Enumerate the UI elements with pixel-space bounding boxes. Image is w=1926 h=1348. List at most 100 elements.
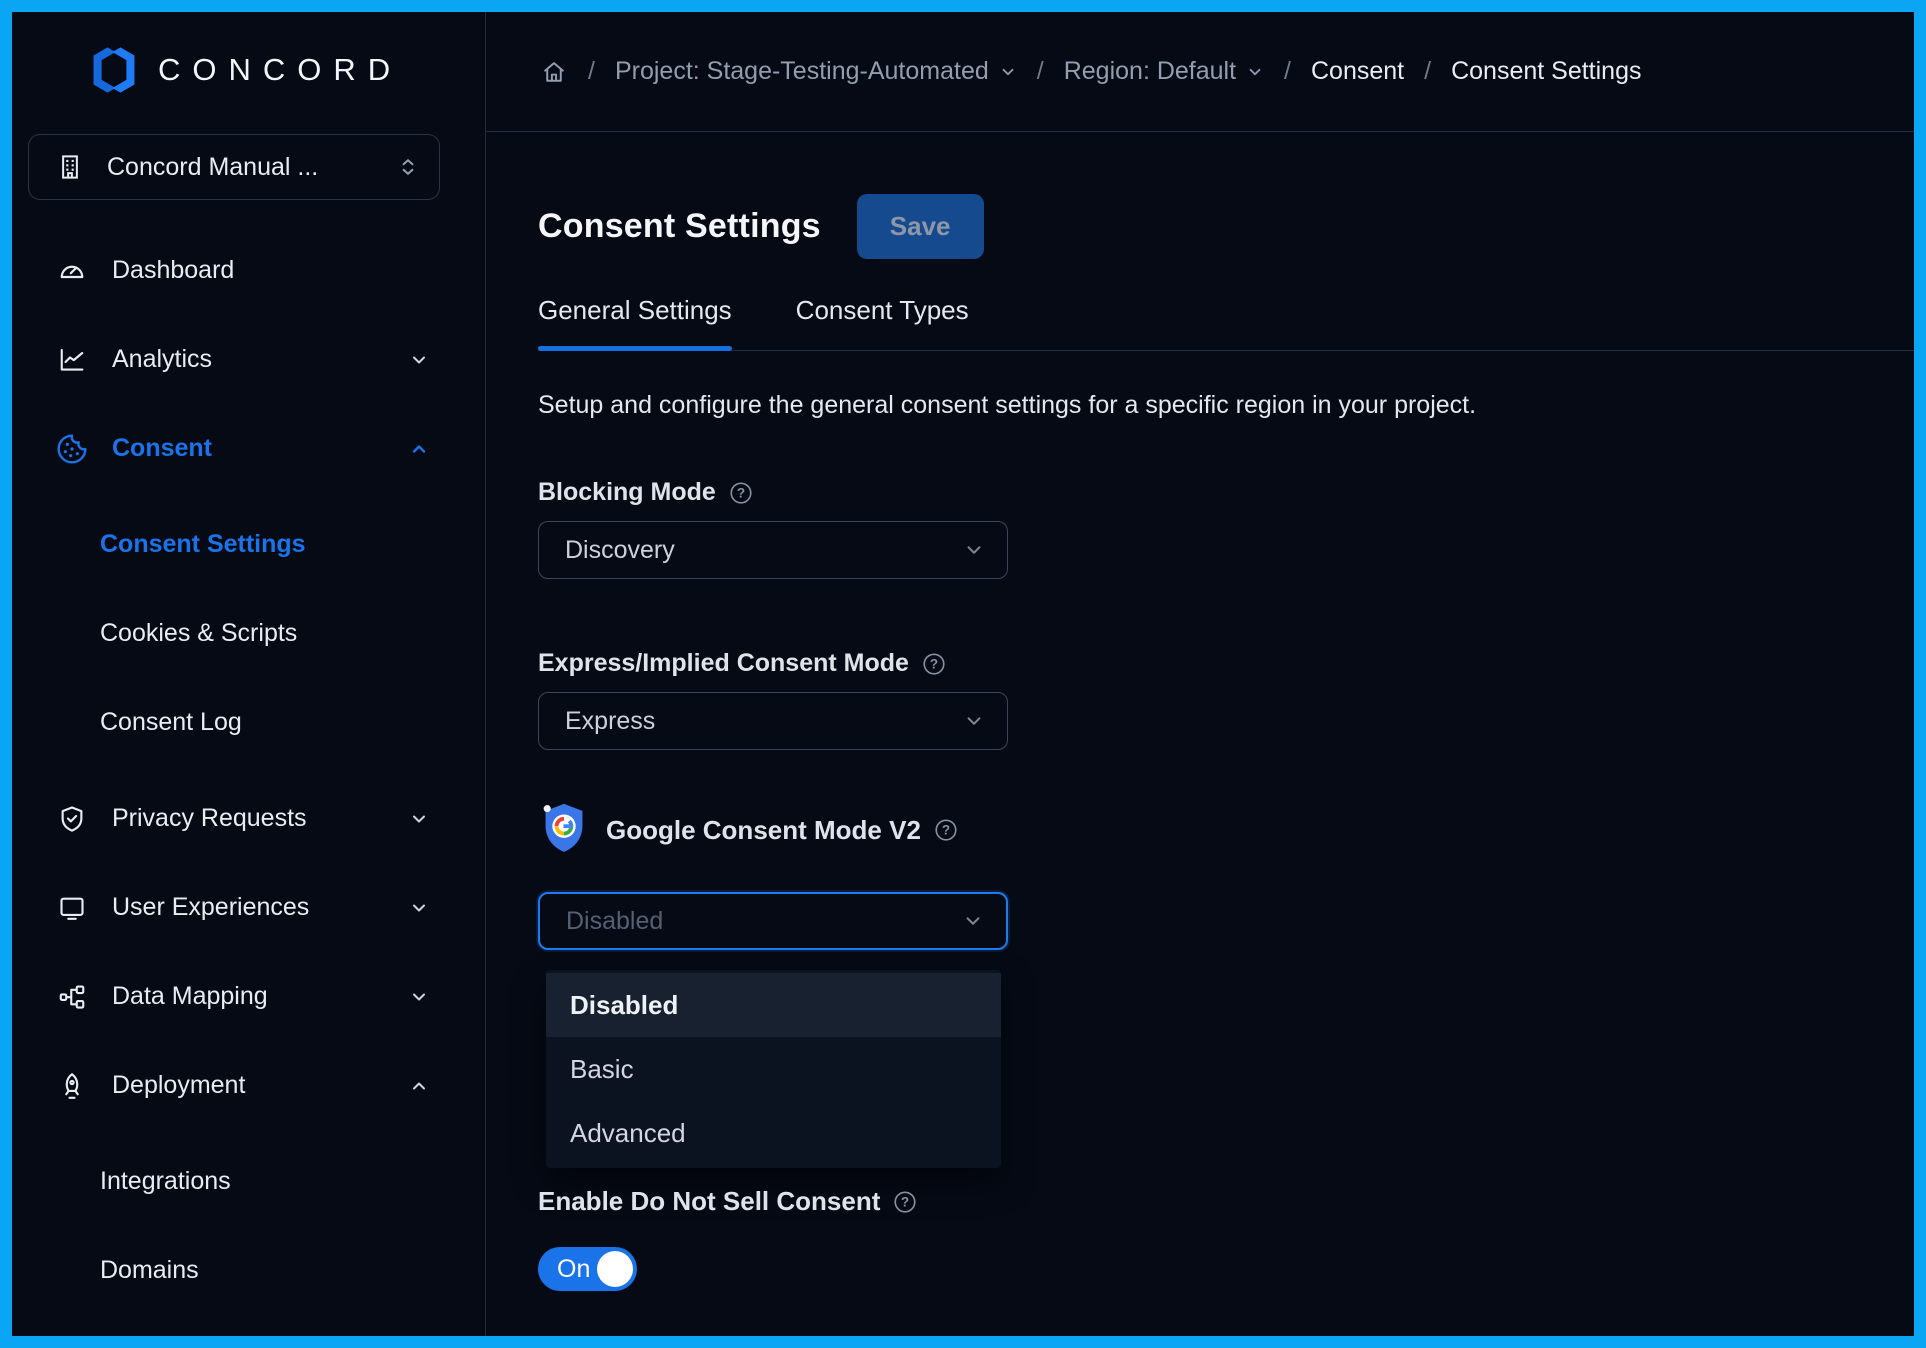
breadcrumb-separator: /: [1284, 57, 1291, 86]
dropdown-option-advanced[interactable]: Advanced: [546, 1101, 1001, 1165]
breadcrumb: / Project: Stage-Testing-Automated / Reg…: [486, 12, 1914, 132]
do-not-sell-label: Enable Do Not Sell Consent: [538, 1186, 880, 1217]
sidebar-item-deployment[interactable]: Deployment: [12, 1041, 485, 1130]
main-area: / Project: Stage-Testing-Automated / Reg…: [486, 12, 1914, 1336]
google-consent-mode-label: Google Consent Mode V2 ?: [606, 815, 959, 846]
breadcrumb-project[interactable]: Project: Stage-Testing-Automated: [615, 57, 1017, 86]
page-description: Setup and configure the general consent …: [538, 391, 1914, 420]
express-implied-label: Express/Implied Consent Mode: [538, 649, 909, 678]
breadcrumb-consent-settings[interactable]: Consent Settings: [1451, 57, 1641, 86]
breadcrumb-separator: /: [1424, 57, 1431, 86]
save-button[interactable]: Save: [857, 194, 984, 259]
sidebar-item-label: Dashboard: [112, 256, 429, 285]
sidebar-item-analytics[interactable]: Analytics: [12, 315, 485, 404]
sidebar-item-label: Cookies & Scripts: [100, 619, 429, 648]
sidebar-nav: Dashboard Analytics: [12, 226, 485, 1315]
breadcrumb-separator: /: [1037, 57, 1044, 86]
help-icon[interactable]: ?: [892, 1189, 918, 1215]
chevron-down-icon: [963, 710, 985, 732]
organization-name: Concord Manual ...: [107, 153, 375, 182]
google-consent-mode-label-row: Google Consent Mode V2 ?: [538, 802, 1914, 858]
sidebar-item-consent-log[interactable]: Consent Log: [12, 678, 485, 767]
express-implied-value: Express: [565, 707, 963, 736]
sidebar-item-domains[interactable]: Domains: [12, 1226, 485, 1315]
tab-general-settings[interactable]: General Settings: [538, 295, 732, 350]
chevron-up-icon: [409, 1076, 429, 1096]
dropdown-option-disabled[interactable]: Disabled: [546, 973, 1001, 1037]
building-icon: [55, 152, 85, 182]
sidebar-item-dashboard[interactable]: Dashboard: [12, 226, 485, 315]
blocking-mode-label-row: Blocking Mode ?: [538, 478, 1914, 507]
google-consent-mode-select[interactable]: Disabled: [538, 892, 1008, 950]
sidebar-item-consent[interactable]: Consent: [12, 404, 485, 493]
home-icon[interactable]: [540, 58, 568, 86]
svg-text:?: ?: [930, 656, 938, 671]
chevron-down-icon: [999, 63, 1017, 81]
dropdown-option-basic[interactable]: Basic: [546, 1037, 1001, 1101]
page-title: Consent Settings: [538, 207, 821, 246]
analytics-chart-icon: [56, 344, 88, 376]
chevron-down-icon: [409, 898, 429, 918]
sidebar: CONCORD Concord Manual ...: [12, 12, 486, 1336]
cookie-icon: [56, 433, 88, 465]
google-shield-icon: [538, 802, 590, 858]
toggle-knob: [597, 1251, 633, 1287]
blocking-mode-label: Blocking Mode: [538, 478, 716, 507]
network-nodes-icon: [56, 981, 88, 1013]
breadcrumb-region[interactable]: Region: Default: [1064, 57, 1264, 86]
blocking-mode-value: Discovery: [565, 536, 963, 565]
tab-bar: General Settings Consent Types: [538, 295, 1914, 351]
express-implied-label-row: Express/Implied Consent Mode ?: [538, 649, 1914, 678]
do-not-sell-toggle[interactable]: On: [538, 1247, 637, 1291]
sidebar-item-label: Privacy Requests: [112, 804, 385, 833]
concord-logo-icon: [86, 46, 142, 94]
sidebar-item-label: Domains: [100, 1256, 429, 1285]
organization-selector[interactable]: Concord Manual ...: [28, 134, 440, 200]
chevron-down-icon: [409, 987, 429, 1007]
brand-name: CONCORD: [158, 52, 402, 88]
breadcrumb-separator: /: [588, 57, 595, 86]
sidebar-item-integrations[interactable]: Integrations: [12, 1137, 485, 1226]
svg-text:?: ?: [901, 1194, 909, 1209]
google-consent-mode-value: Disabled: [566, 907, 962, 936]
app-window: CONCORD Concord Manual ...: [0, 0, 1926, 1348]
dashboard-gauge-icon: [56, 255, 88, 287]
shield-check-icon: [56, 803, 88, 835]
svg-text:?: ?: [942, 823, 950, 838]
help-icon[interactable]: ?: [933, 817, 959, 843]
chevron-down-icon: [409, 809, 429, 829]
chevron-down-icon: [962, 910, 984, 932]
breadcrumb-consent[interactable]: Consent: [1311, 57, 1404, 86]
help-icon[interactable]: ?: [728, 480, 754, 506]
monitor-icon: [56, 892, 88, 924]
chevron-down-icon: [409, 350, 429, 370]
sidebar-item-label: Consent Settings: [100, 530, 429, 559]
sidebar-item-label: Consent: [112, 434, 385, 463]
blocking-mode-select[interactable]: Discovery: [538, 521, 1008, 579]
sidebar-item-privacy-requests[interactable]: Privacy Requests: [12, 774, 485, 863]
sidebar-item-label: Data Mapping: [112, 982, 385, 1011]
chevron-down-icon: [963, 539, 985, 561]
sidebar-item-user-experiences[interactable]: User Experiences: [12, 863, 485, 952]
sidebar-item-data-mapping[interactable]: Data Mapping: [12, 952, 485, 1041]
google-consent-mode-dropdown-menu: Disabled Basic Advanced: [546, 970, 1001, 1168]
rocket-icon: [56, 1070, 88, 1102]
page-content: Consent Settings Save General Settings C…: [486, 132, 1914, 1336]
sidebar-item-consent-settings[interactable]: Consent Settings: [12, 500, 485, 589]
sidebar-item-label: Integrations: [100, 1167, 429, 1196]
brand-logo: CONCORD: [12, 12, 485, 94]
sidebar-item-label: Deployment: [112, 1071, 385, 1100]
sidebar-item-label: Consent Log: [100, 708, 429, 737]
sidebar-item-cookies-scripts[interactable]: Cookies & Scripts: [12, 589, 485, 678]
tab-consent-types[interactable]: Consent Types: [796, 295, 969, 350]
sidebar-item-label: Analytics: [112, 345, 385, 374]
toggle-on-label: On: [557, 1255, 590, 1284]
do-not-sell-label-row: Enable Do Not Sell Consent ?: [538, 1186, 1914, 1217]
up-down-chevron-icon: [397, 156, 419, 178]
sidebar-item-label: User Experiences: [112, 893, 385, 922]
chevron-down-icon: [1246, 63, 1264, 81]
svg-text:?: ?: [737, 485, 745, 500]
express-implied-select[interactable]: Express: [538, 692, 1008, 750]
chevron-up-icon: [409, 439, 429, 459]
help-icon[interactable]: ?: [921, 651, 947, 677]
